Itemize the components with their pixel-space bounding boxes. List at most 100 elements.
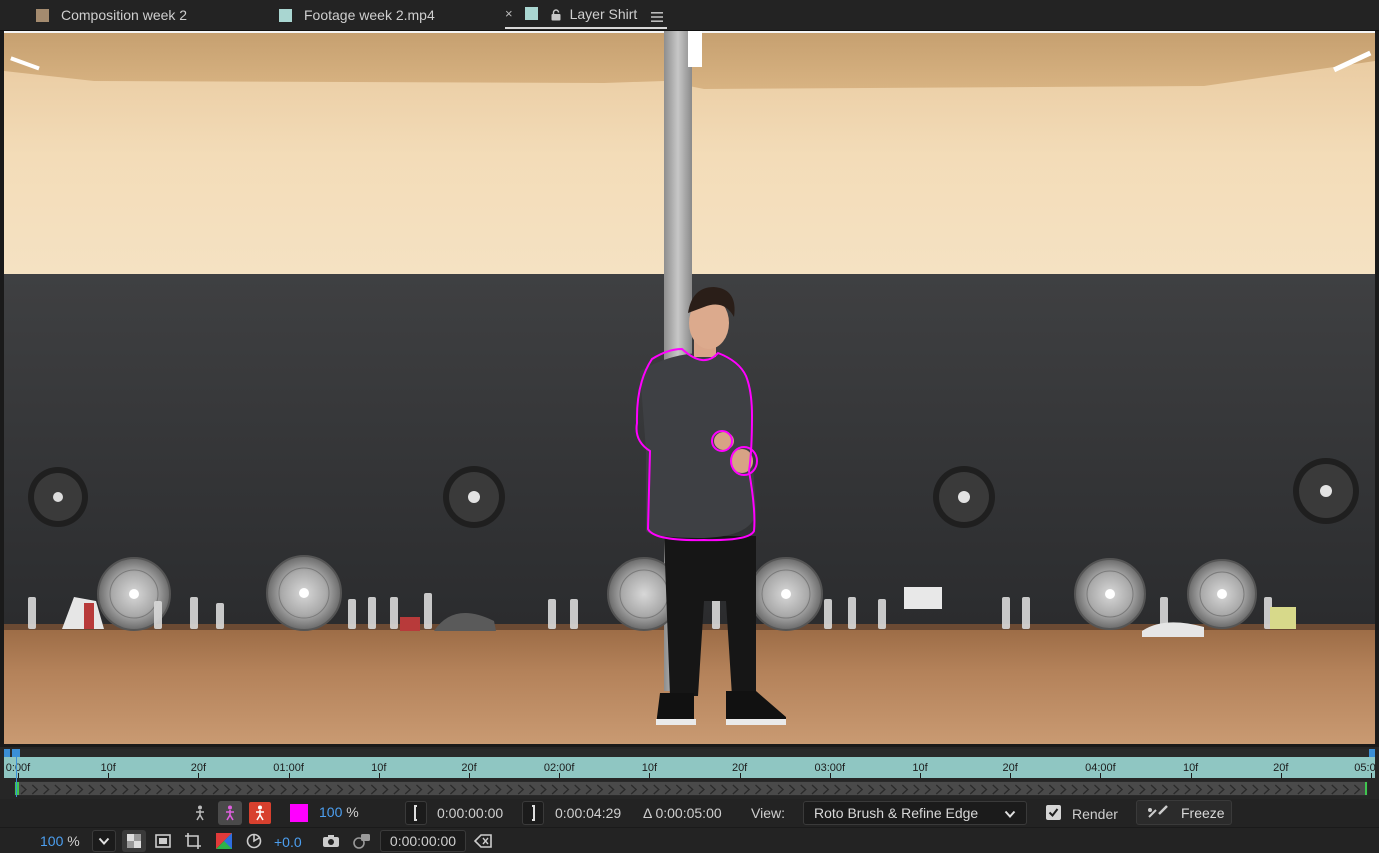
frame-strip[interactable] bbox=[14, 781, 1368, 796]
magnification-unit: % bbox=[67, 833, 80, 849]
frame-chevron bbox=[438, 784, 446, 795]
viewer-tab-bar: Composition week 2 Footage week 2.mp4 × … bbox=[0, 0, 1379, 31]
frame-chevron bbox=[1331, 784, 1338, 795]
current-time-value: 0:00:00:00 bbox=[389, 833, 457, 849]
view-dropdown[interactable]: Roto Brush & Refine Edge bbox=[803, 801, 1027, 825]
hamburger-menu-icon[interactable] bbox=[651, 9, 664, 22]
frame-chevron bbox=[483, 784, 491, 795]
boundary-color-swatch[interactable] bbox=[290, 804, 308, 822]
frame-chevron bbox=[359, 784, 366, 795]
camera-snapshot-icon[interactable] bbox=[320, 831, 342, 851]
frame-chevron bbox=[1274, 784, 1282, 795]
current-time-indicator[interactable] bbox=[12, 749, 20, 757]
frame-chevron bbox=[235, 784, 242, 795]
roto-brush-icon bbox=[1147, 804, 1169, 821]
frame-chevron bbox=[1308, 784, 1316, 795]
frame-chevron bbox=[1240, 784, 1248, 795]
frame-chevron bbox=[348, 784, 355, 795]
start-time[interactable]: 0:00:00:00 bbox=[437, 805, 503, 821]
overlay-opacity-value[interactable]: 100 bbox=[319, 804, 342, 820]
frame-chevron bbox=[687, 784, 694, 795]
overlay-opacity-unit: % bbox=[346, 804, 359, 820]
ruler-tick-label: 05:0 bbox=[1354, 762, 1376, 774]
current-time-field[interactable]: 0:00:00:00 bbox=[380, 830, 466, 852]
ruler-tick bbox=[739, 773, 741, 778]
frame-chevron bbox=[1014, 784, 1022, 795]
layer-timeline[interactable]: 0:00f 10f 20f 01:00f 10f 20f 02:00f 10f 20f 03:00… bbox=[0, 747, 1379, 799]
tab-layer[interactable]: × Layer Shirt bbox=[505, 0, 668, 29]
frame-chevron bbox=[1184, 784, 1191, 795]
frame-chevron bbox=[608, 784, 615, 795]
frame-chevron bbox=[709, 784, 717, 795]
exposure-reset-icon[interactable] bbox=[244, 831, 264, 851]
lock-icon[interactable] bbox=[550, 8, 562, 20]
set-end-button[interactable] bbox=[522, 801, 544, 825]
view-dropdown-value: Roto Brush & Refine Edge bbox=[814, 805, 979, 821]
frame-chevron bbox=[325, 784, 333, 795]
exposure-value[interactable]: +0.0 bbox=[274, 834, 302, 850]
frame-chevron bbox=[1071, 784, 1078, 795]
frame-chevron bbox=[178, 784, 186, 795]
magnification[interactable]: 100 % bbox=[40, 833, 80, 849]
ruler-tick bbox=[559, 773, 561, 778]
frame-chevron bbox=[65, 784, 73, 795]
frame-chevron bbox=[280, 784, 287, 795]
frame-chevron bbox=[1297, 784, 1304, 795]
frame-chevron bbox=[630, 784, 638, 795]
frame-chevron bbox=[1263, 784, 1270, 795]
magnification-value[interactable]: 100 bbox=[40, 833, 63, 849]
show-alpha-boundary-icon[interactable] bbox=[218, 801, 242, 825]
frame-chevron bbox=[913, 784, 920, 795]
work-area-bar[interactable] bbox=[4, 749, 1375, 759]
frame-chevron bbox=[822, 784, 830, 795]
frame-chevron bbox=[1161, 784, 1169, 795]
color-channels-icon[interactable] bbox=[213, 831, 235, 851]
mask-visibility-icon[interactable] bbox=[153, 831, 173, 851]
magnification-dropdown[interactable] bbox=[92, 830, 116, 852]
frame-chevron bbox=[54, 784, 61, 795]
transparency-grid-icon[interactable] bbox=[122, 830, 146, 852]
frame-chevron bbox=[1195, 784, 1203, 795]
time-ruler[interactable]: 0:00f 10f 20f 01:00f 10f 20f 02:00f 10f 20f 03:00… bbox=[4, 757, 1376, 778]
frame-chevron bbox=[981, 784, 988, 795]
set-start-button[interactable] bbox=[405, 801, 427, 825]
frame-chevron bbox=[246, 784, 253, 795]
end-time[interactable]: 0:00:04:29 bbox=[555, 805, 621, 821]
tab-footage[interactable]: Footage week 2.mp4 bbox=[279, 0, 435, 30]
frame-chevron bbox=[969, 784, 977, 795]
frame-chevron bbox=[619, 784, 626, 795]
show-snapshot-icon[interactable] bbox=[350, 831, 372, 851]
frame-chevron bbox=[540, 784, 547, 795]
frame-chevron bbox=[743, 784, 751, 795]
layer-viewer-panel[interactable] bbox=[0, 31, 1379, 747]
chevron-down-icon bbox=[1004, 807, 1016, 823]
frame-chevron bbox=[935, 784, 943, 795]
render-checkbox[interactable] bbox=[1046, 805, 1061, 820]
frame-chevron bbox=[77, 784, 84, 795]
frame-chevron bbox=[811, 784, 818, 795]
tab-label: Composition week 2 bbox=[61, 7, 188, 23]
freeze-button[interactable]: Freeze bbox=[1136, 800, 1232, 825]
frame-chevron bbox=[675, 784, 683, 795]
frame-chevron bbox=[732, 784, 739, 795]
tab-composition[interactable]: Composition week 2 bbox=[36, 0, 187, 30]
frame-chevron bbox=[653, 784, 660, 795]
show-alpha-icon[interactable] bbox=[190, 803, 210, 823]
frame-chevron bbox=[1150, 784, 1157, 795]
overlay-opacity[interactable]: 100 % bbox=[319, 804, 359, 820]
go-to-source-icon[interactable] bbox=[472, 831, 494, 851]
ruler-tick bbox=[829, 773, 831, 778]
frame-chevron bbox=[1320, 784, 1327, 795]
span-end-marker[interactable] bbox=[1365, 782, 1368, 796]
frame-chevron bbox=[1252, 784, 1259, 795]
show-alpha-overlay-icon[interactable] bbox=[249, 802, 271, 824]
label-color-swatch bbox=[36, 8, 49, 22]
close-tab-icon[interactable]: × bbox=[505, 6, 513, 21]
frame-chevron bbox=[144, 784, 152, 795]
region-of-interest-icon[interactable] bbox=[183, 831, 203, 851]
ruler-tick bbox=[198, 773, 200, 778]
frame-chevron bbox=[1229, 784, 1237, 795]
frame-chevron bbox=[664, 784, 672, 795]
frame-chevron bbox=[31, 784, 39, 795]
frame-chevron bbox=[517, 784, 525, 795]
